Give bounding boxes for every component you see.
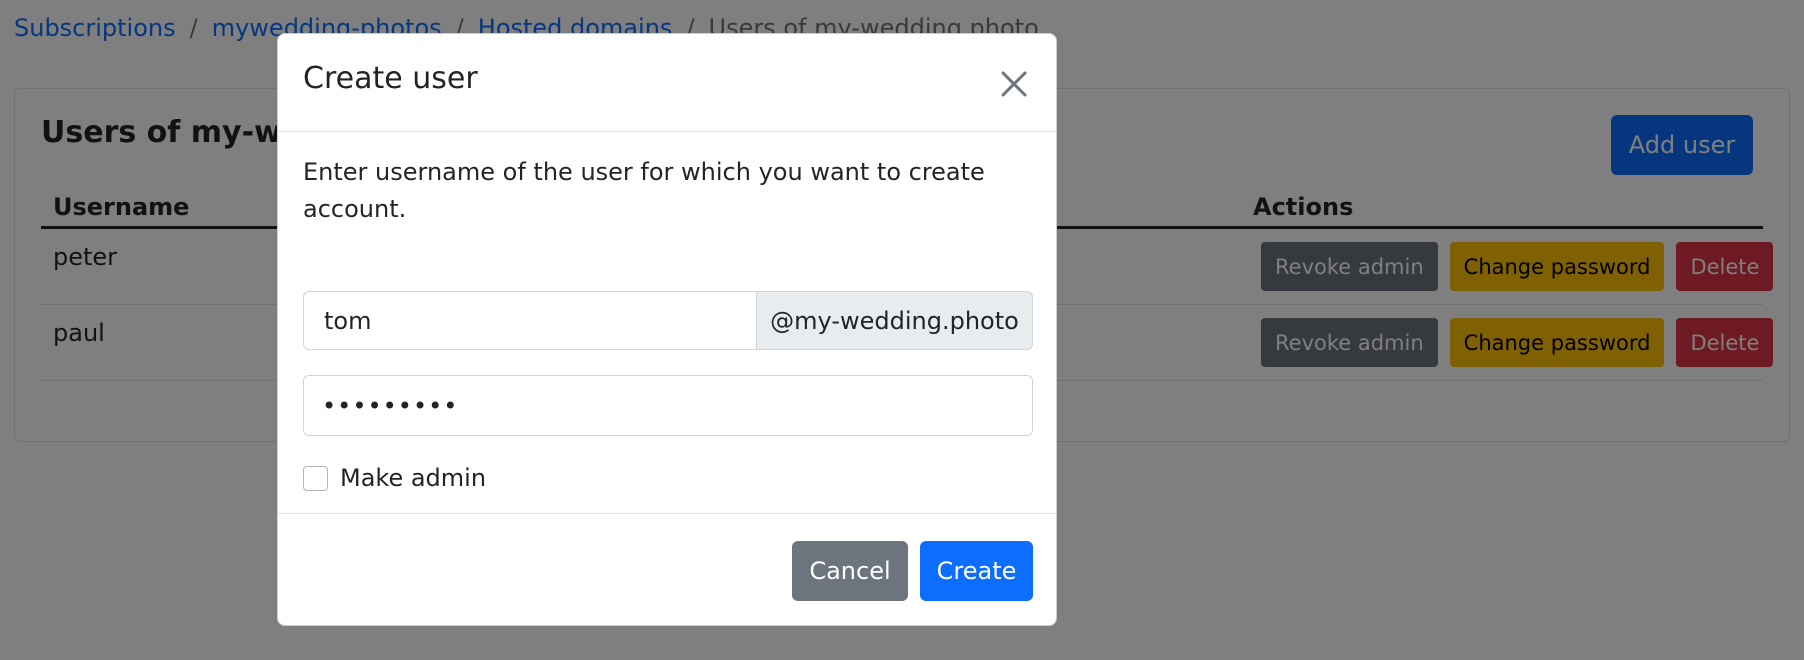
- close-button[interactable]: [994, 64, 1034, 104]
- username-input-group: @my-wedding.photo: [303, 291, 1033, 350]
- intro-text: Enter username of the user for which you…: [303, 158, 985, 223]
- make-admin-label: Make admin: [340, 464, 487, 492]
- make-admin-checkbox[interactable]: [303, 465, 328, 491]
- cancel-button[interactable]: Cancel: [792, 541, 908, 601]
- create-button[interactable]: Create: [920, 541, 1033, 601]
- username-input[interactable]: [303, 291, 756, 350]
- create-user-modal: Create user Enter username of the user f…: [277, 33, 1057, 626]
- modal-header: Create user: [278, 34, 1056, 132]
- modal-title: Create user: [303, 61, 478, 96]
- close-icon: [1001, 71, 1027, 97]
- make-admin-row[interactable]: Make admin: [303, 464, 486, 492]
- page: Subscriptions / mywedding-photos / Hoste…: [0, 0, 1804, 660]
- modal-footer: Cancel Create: [278, 513, 1056, 627]
- domain-suffix: @my-wedding.photo: [756, 291, 1033, 350]
- password-input[interactable]: [303, 375, 1033, 436]
